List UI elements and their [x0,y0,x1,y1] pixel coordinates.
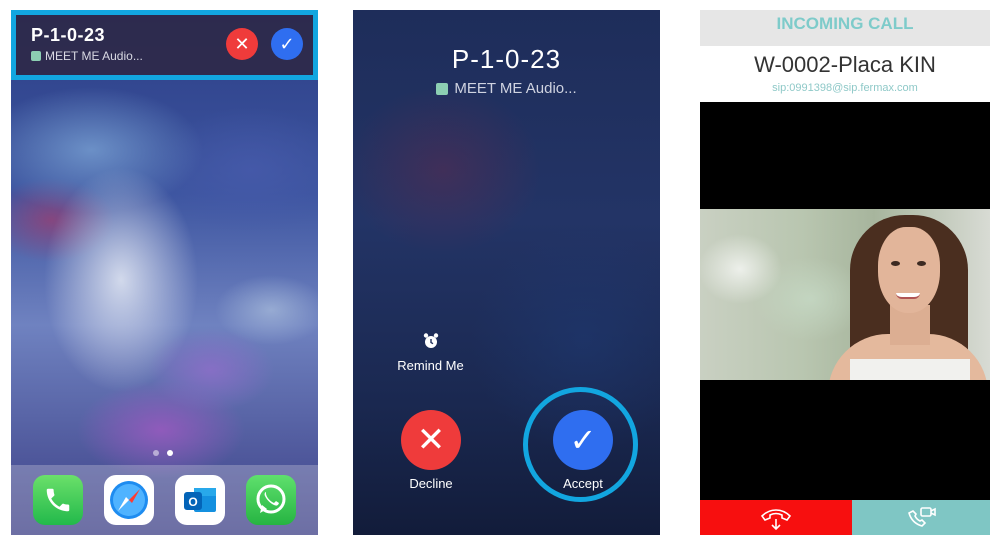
remind-me-label: Remind Me [397,358,464,373]
svg-text:O: O [188,495,197,509]
banner-decline-button[interactable]: ✕ [226,28,258,60]
caller-app-name: MEET ME Audio... [454,80,577,97]
phone-app-icon[interactable] [33,475,84,525]
answer-video-button[interactable] [852,500,990,535]
app-icon [31,51,41,61]
accept-button[interactable]: ✓ [553,410,613,470]
whatsapp-icon [256,484,286,514]
page-dot [153,450,159,456]
banner-app-row: MEET ME Audio... [31,49,143,63]
banner-caller: P-1-0-23 [31,25,106,45]
device-name: W-0002-Placa KIN [754,52,936,77]
incoming-call-banner[interactable]: P-1-0-23 MEET ME Audio... ✕ ✓ [11,10,318,80]
home-screen: P-1-0-23 MEET ME Audio... ✕ ✓ O [11,10,318,535]
x-icon: ✕ [234,34,250,54]
hangup-button[interactable] [700,500,852,535]
fermax-incoming-call: INCOMING CALL W-0002-Placa KIN sip:09913… [700,10,990,535]
sip-uri: sip:0991398@sip.fermax.com [772,82,918,94]
safari-app-icon[interactable] [104,475,155,525]
clothing-shape [850,359,970,380]
compass-icon [110,481,149,519]
right-eye-shape [917,261,926,266]
call-screen: P-1-0-23 MEET ME Audio... Remind Me ✕ De… [353,10,660,535]
outlook-icon: O [183,488,216,512]
phone-icon [47,488,70,512]
alarm-clock-icon [393,332,468,352]
decline-button[interactable]: ✕ [401,410,461,470]
remind-me-button[interactable]: Remind Me [393,332,468,373]
check-icon: ✓ [569,422,597,458]
mouth-shape [896,293,920,299]
caller-name: P-1-0-23 [451,44,562,74]
left-eye-shape [891,261,900,266]
video-call-icon [908,506,936,527]
outlook-app-icon[interactable]: O [174,475,225,525]
visitor-video-image [700,209,990,380]
accept-label: Accept [563,476,603,491]
check-icon: ✓ [279,34,295,54]
whatsapp-app-icon[interactable] [245,475,296,525]
banner-app-name: MEET ME Audio... [45,49,143,63]
incoming-call-header: INCOMING CALL [700,10,990,46]
caller-app-row: MEET ME Audio... [353,80,660,97]
banner-accept-button[interactable]: ✓ [271,28,303,60]
face-shape [878,227,940,313]
dock: O [11,465,318,535]
x-icon: ✕ [416,421,446,459]
hangup-phone-icon [760,508,792,530]
decline-label: Decline [409,476,453,491]
page-dot-active [167,450,173,456]
app-icon [436,82,449,95]
page-indicator[interactable] [153,450,173,456]
video-feed [700,102,990,500]
